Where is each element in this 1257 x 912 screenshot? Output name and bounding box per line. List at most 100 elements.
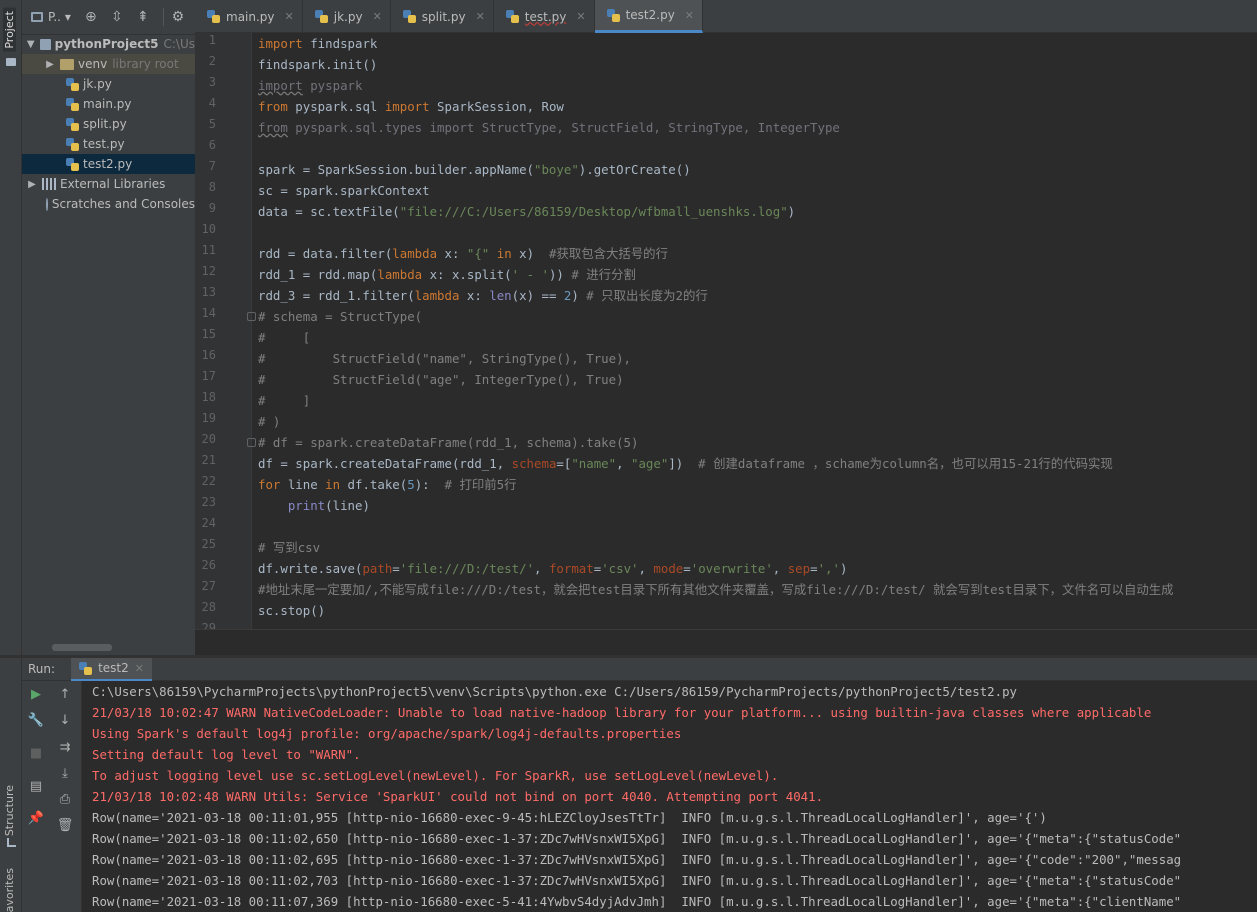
console-line: Row(name='2021-03-18 00:11:02,650 [http-…	[92, 831, 1182, 846]
tree-item-file-selected[interactable]: test2.py	[22, 154, 195, 174]
line-number: 6	[208, 138, 216, 152]
line-number: 26	[201, 558, 216, 572]
fold-marker-icon[interactable]	[247, 312, 256, 321]
run-toolbar: ▶ 🔧 ■ ▤ 📌 ↑ ↓ ⇉ ⤓ ⎙ 🗑	[22, 681, 82, 912]
code-line: # StructField("name", StringType(), True…	[258, 351, 631, 366]
close-icon[interactable]: ✕	[685, 9, 694, 22]
python-file-icon	[606, 8, 620, 22]
tree-item-external-libraries[interactable]: ▶ External Libraries	[22, 174, 195, 194]
tab-label: test.py	[524, 9, 567, 24]
close-icon[interactable]: ✕	[476, 10, 485, 23]
code-area[interactable]: import findspark findspark.init() import…	[258, 33, 1257, 629]
toolbar-divider	[162, 8, 164, 26]
tree-item-file[interactable]: main.py	[22, 94, 195, 114]
code-editor[interactable]: 1 2 3 4 5 6 7 8 9 10 11 12 13 14 15 16 1…	[195, 33, 1257, 629]
close-icon[interactable]: ✕	[373, 10, 382, 23]
stop-icon[interactable]: ■	[27, 744, 45, 762]
layout-icon[interactable]: ▤	[27, 777, 45, 795]
line-number: 25	[201, 537, 216, 551]
project-view-selector[interactable]: P.. ▾	[48, 10, 71, 24]
console-line: Setting default log level to "WARN".	[92, 747, 361, 762]
console-line: Using Spark's default log4j profile: org…	[92, 726, 682, 741]
tree-item-label: main.py	[83, 97, 132, 111]
tree-item-scratches[interactable]: Scratches and Consoles	[22, 194, 195, 214]
python-file-icon	[66, 117, 79, 131]
tree-item-file[interactable]: split.py	[22, 114, 195, 134]
project-tool-window-button[interactable]: Project	[3, 8, 16, 52]
line-number: 13	[201, 285, 216, 299]
python-file-icon	[66, 77, 79, 91]
wrench-icon[interactable]: 🔧	[27, 711, 45, 729]
code-line: # schema = StructType(	[258, 309, 423, 324]
tree-item-label: External Libraries	[60, 177, 166, 191]
run-console[interactable]: C:\Users\86159\PycharmProjects\pythonPro…	[82, 681, 1257, 912]
fold-marker-icon[interactable]	[247, 438, 256, 447]
close-icon[interactable]: ✕	[576, 10, 585, 23]
line-number: 18	[201, 390, 216, 404]
tab-main-py[interactable]: main.py ✕	[195, 0, 303, 33]
arrow-down-icon[interactable]: ↓	[56, 711, 74, 729]
code-line: for line in df.take(5): # 打印前5行	[258, 477, 517, 492]
run-tab-test2[interactable]: test2 ✕	[71, 657, 152, 681]
editor-footer	[195, 629, 1257, 655]
line-number: 23	[201, 495, 216, 509]
rerun-icon[interactable]: ▶	[27, 685, 45, 703]
trash-icon[interactable]: 🗑	[56, 816, 74, 834]
soft-wrap-icon[interactable]: ⇉	[56, 738, 74, 756]
tree-item-label: test.py	[83, 137, 125, 151]
code-line: import pyspark	[258, 78, 363, 93]
close-icon[interactable]: ✕	[285, 10, 294, 23]
line-number: 9	[208, 201, 216, 215]
python-file-icon	[66, 157, 79, 171]
gear-icon[interactable]: ⚙	[168, 7, 188, 27]
tree-item-file[interactable]: test.py	[22, 134, 195, 154]
line-number: 12	[201, 264, 216, 278]
code-line: # [	[258, 330, 311, 345]
line-number: 2	[208, 54, 216, 68]
chevron-down-icon[interactable]: ▼	[26, 39, 36, 50]
folder-icon	[30, 10, 44, 24]
close-icon[interactable]: ✕	[135, 662, 144, 675]
folder-icon	[6, 58, 16, 66]
print-icon[interactable]: ⎙	[56, 790, 74, 808]
tree-item-label: Scratches and Consoles	[51, 197, 195, 211]
chevron-right-icon[interactable]: ▶	[26, 179, 38, 190]
editor-tab-bar: main.py ✕ jk.py ✕ split.py ✕ test.py ✕ t…	[195, 0, 1257, 33]
chevron-right-icon[interactable]: ▶	[44, 59, 56, 70]
code-line: spark = SparkSession.builder.appName("bo…	[258, 162, 691, 177]
console-line: Row(name='2021-03-18 00:11:02,695 [http-…	[92, 852, 1182, 867]
code-line: print(line)	[287, 498, 370, 513]
code-line: df.write.save(path='file:///D:/test/', f…	[258, 561, 848, 576]
tab-test2-py[interactable]: test2.py ✕	[594, 0, 704, 33]
favorites-tool-window-button[interactable]: avorites	[3, 868, 16, 912]
collapse-all-icon[interactable]: ⇞	[133, 7, 153, 27]
scroll-to-end-icon[interactable]: ⤓	[56, 764, 74, 782]
code-line: findspark.init()	[258, 57, 378, 72]
tree-item-venv[interactable]: ▶ venv library root	[22, 54, 195, 74]
structure-tool-window-button[interactable]: Structure	[3, 785, 16, 836]
code-line: # 写到csv	[258, 540, 321, 555]
expand-all-icon[interactable]: ⇳	[107, 7, 127, 27]
tree-item-project-root[interactable]: ▼ pythonProject5 C:\Us	[22, 34, 195, 54]
line-number: 16	[201, 348, 216, 362]
code-line: sc.stop()	[258, 603, 326, 618]
locate-icon[interactable]: ⊕	[81, 7, 101, 27]
pin-icon[interactable]: 📌	[27, 809, 45, 827]
arrow-up-icon[interactable]: ↑	[56, 685, 74, 703]
project-panel-header: P.. ▾ ⊕ ⇳ ⇞ ⚙	[22, 0, 195, 35]
structure-icon	[7, 838, 16, 847]
folder-icon	[39, 38, 51, 50]
line-number: 22	[201, 474, 216, 488]
line-number: 1	[208, 33, 216, 47]
run-panel-header: Run: test2 ✕	[22, 657, 1257, 681]
code-line: df = spark.createDataFrame(rdd_1, schema…	[258, 456, 1113, 471]
tab-split-py[interactable]: split.py ✕	[391, 0, 494, 33]
tab-jk-py[interactable]: jk.py ✕	[303, 0, 391, 33]
line-number: 19	[201, 411, 216, 425]
tab-test-py[interactable]: test.py ✕	[494, 0, 595, 33]
tree-item-file[interactable]: jk.py	[22, 74, 195, 94]
horizontal-scrollbar[interactable]	[52, 644, 112, 651]
code-line: from pyspark.sql import SparkSession, Ro…	[258, 99, 564, 114]
python-file-icon	[505, 10, 519, 23]
project-panel: P.. ▾ ⊕ ⇳ ⇞ ⚙ ▼ pythonProject5 C:\Us ▶ v…	[22, 0, 195, 655]
